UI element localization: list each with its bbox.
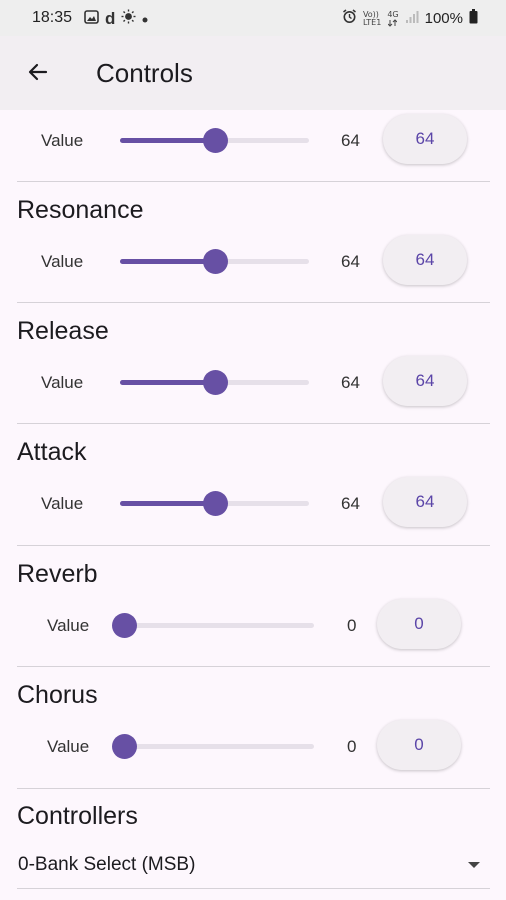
- value-readout: 64: [341, 252, 360, 271]
- back-button[interactable]: [20, 56, 56, 92]
- volte-icon: Vo)) LTE1: [362, 9, 382, 27]
- value-label: Value: [47, 616, 90, 635]
- slider-thumb[interactable]: [203, 491, 228, 516]
- value-readout: 64: [341, 373, 360, 392]
- section-title: Controllers: [17, 802, 138, 830]
- d-app-icon: d: [105, 9, 116, 28]
- slider-track[interactable]: [120, 249, 309, 274]
- value-readout: 0: [347, 616, 357, 635]
- control-row: Value 64 64: [0, 114, 506, 166]
- value-button[interactable]: 64: [383, 114, 467, 164]
- value-label: Value: [41, 252, 84, 271]
- control-row: Value 0 0: [0, 720, 506, 772]
- divider: [17, 302, 490, 303]
- section-title: Reverb: [17, 560, 98, 588]
- slider-thumb[interactable]: [112, 613, 137, 638]
- value-readout: 64: [341, 131, 360, 150]
- arrow-back-icon: [26, 60, 50, 89]
- slider-track[interactable]: [120, 491, 309, 516]
- value-label: Value: [41, 131, 84, 150]
- status-bar: 18:35 d Vo)) LTE1 4G 100%: [0, 0, 506, 36]
- slider-fill: [120, 259, 215, 264]
- slider-fill: [120, 380, 215, 385]
- app-bar: Controls: [0, 36, 506, 110]
- section-title: Attack: [17, 438, 87, 466]
- slider-track[interactable]: [112, 613, 314, 638]
- network-4g-icon: 4G: [387, 10, 399, 27]
- page-title: Controls: [96, 58, 193, 88]
- value-label: Value: [47, 737, 90, 756]
- selected-controller: 0-Bank Select (MSB): [18, 854, 196, 875]
- divider: [17, 181, 490, 182]
- slider-thumb[interactable]: [203, 370, 228, 395]
- alarm-icon: [342, 9, 357, 28]
- system-icons: Vo)) LTE1 4G 100%: [342, 9, 478, 28]
- slider-thumb[interactable]: [112, 734, 137, 759]
- value-button[interactable]: 64: [383, 235, 467, 285]
- value-readout: 64: [341, 494, 360, 513]
- control-row: Value 64 64: [0, 477, 506, 529]
- control-row: Value 64 64: [0, 235, 506, 287]
- slider-track[interactable]: [112, 734, 314, 759]
- slider-thumb[interactable]: [203, 249, 228, 274]
- divider: [17, 666, 490, 667]
- section-title: Release: [17, 317, 109, 345]
- section-title: Resonance: [17, 196, 144, 224]
- divider: [17, 423, 490, 424]
- battery-icon: [469, 9, 478, 28]
- signal-icon: [405, 10, 419, 28]
- value-button[interactable]: 64: [383, 356, 467, 406]
- control-row: Value 0 0: [0, 599, 506, 651]
- dot-icon: [142, 10, 148, 28]
- value-button[interactable]: 64: [383, 477, 467, 527]
- dropdown-arrow-icon: [468, 862, 480, 868]
- brightness-icon: [121, 9, 136, 29]
- divider: [17, 888, 490, 889]
- section-title: Chorus: [17, 681, 98, 709]
- slider-thumb[interactable]: [203, 128, 228, 153]
- battery-percent: 100%: [424, 10, 463, 27]
- slider-fill: [120, 138, 215, 143]
- slider-track[interactable]: [120, 370, 309, 395]
- notification-icons: d: [84, 9, 148, 29]
- status-time: 18:35: [32, 9, 73, 26]
- value-label: Value: [41, 373, 84, 392]
- value-label: Value: [41, 494, 84, 513]
- gallery-icon: [84, 9, 99, 29]
- slider-fill: [120, 501, 215, 506]
- divider: [17, 788, 490, 789]
- value-readout: 0: [347, 737, 357, 756]
- controller-select[interactable]: 0-Bank Select (MSB): [0, 846, 506, 888]
- divider: [17, 545, 490, 546]
- value-button[interactable]: 0: [377, 599, 461, 649]
- control-row: Value 64 64: [0, 356, 506, 408]
- slider-track[interactable]: [120, 128, 309, 153]
- value-button[interactable]: 0: [377, 720, 461, 770]
